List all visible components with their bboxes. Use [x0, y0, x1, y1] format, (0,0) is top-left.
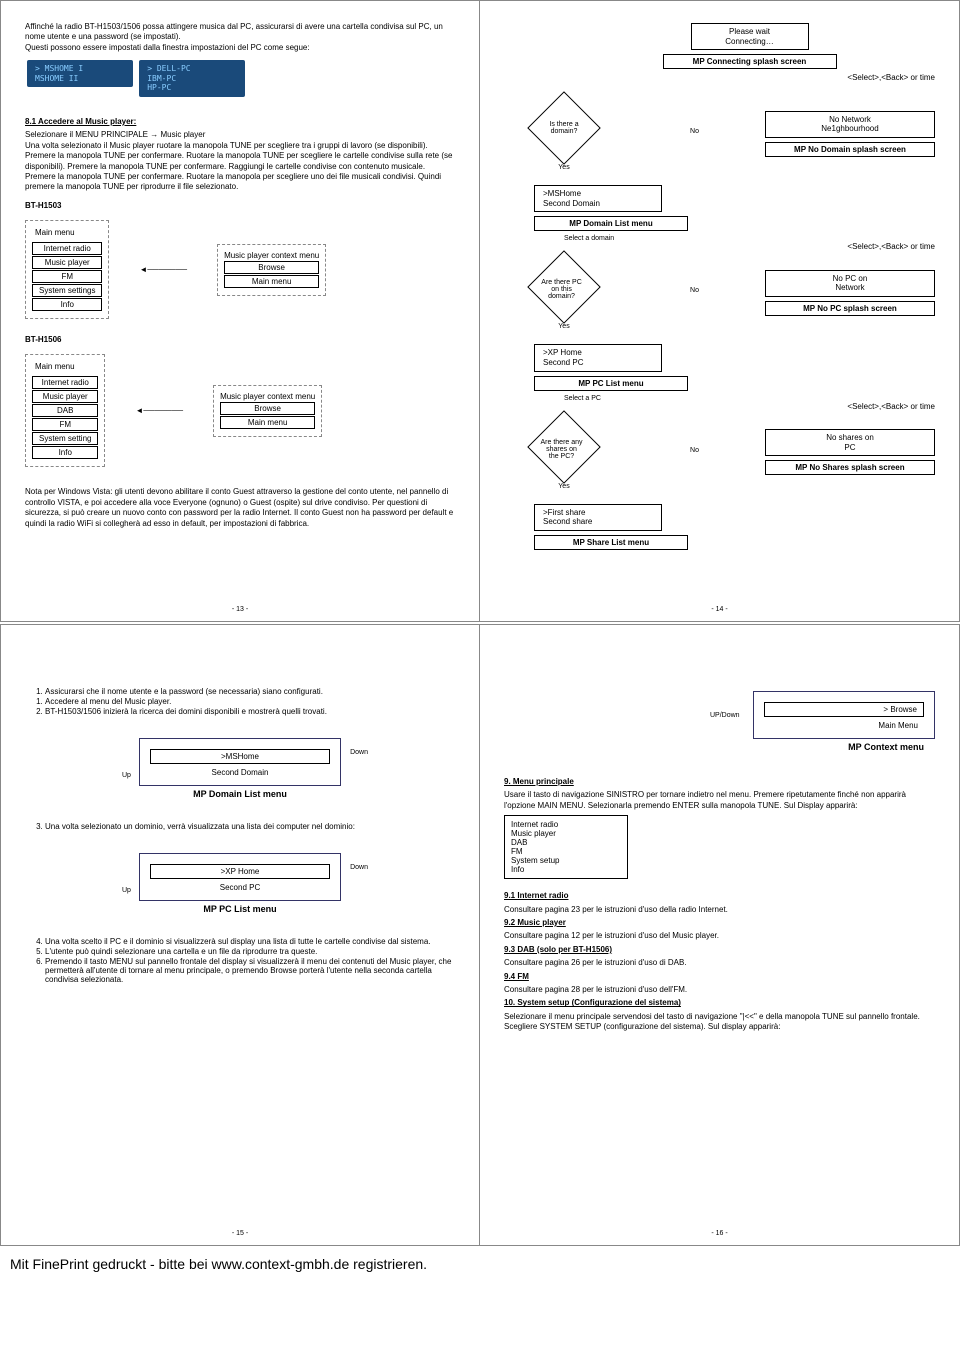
main-menu-box-1503: Main menu Internet radio Music player FM…: [25, 220, 109, 319]
context-menu-box-1: Music player context menu Browse Main me…: [217, 244, 326, 296]
flow-no-shares: No shares on PC: [765, 429, 935, 456]
label-select-pc: Select a PC: [564, 395, 935, 402]
step-list-top: Assicurarsi che il nome utente e la pass…: [25, 687, 455, 716]
body-9: Usare il tasto di navigazione SINISTRO p…: [504, 790, 935, 811]
page-number: - 13 -: [232, 606, 248, 613]
caption-no-domain: MP No Domain splash screen: [765, 142, 935, 157]
hint-select-back: <Select>,<Back> or time: [504, 242, 935, 251]
body-9-2: Consultare pagina 12 per le istruzioni d…: [504, 931, 935, 941]
lcd-screen-1: > MSHOME IMSHOME II: [27, 60, 133, 87]
heading-9: 9. Menu principale: [504, 777, 935, 787]
page-number: - 16 -: [711, 1230, 727, 1237]
page-14: Please wait Connecting… MP Connecting sp…: [480, 1, 959, 621]
main-menu-box-1506: Main menu Internet radio Music player DA…: [25, 354, 105, 467]
caption-pc-list: MP PC List menu: [534, 376, 688, 391]
page-16: UP/Down > Browse Main Menu MP Context me…: [480, 625, 959, 1245]
page-number: - 14 -: [711, 606, 727, 613]
body-9-4: Consultare pagina 28 per le istruzioni d…: [504, 985, 935, 995]
flow-pc-list: >XP Home Second PC: [534, 344, 662, 371]
body-8-1: Selezionare il MENU PRINCIPALE → Music p…: [25, 130, 455, 192]
flow-domain-list: >MSHome Second Domain: [534, 185, 662, 212]
display-main-menu: Internet radio Music player DAB FM Syste…: [504, 815, 628, 879]
heading-10: 10. System setup (Configurazione del sis…: [504, 998, 935, 1008]
heading-9-4: 9.4 FM: [504, 972, 935, 982]
body-9-3: Consultare pagina 26 per le istruzioni d…: [504, 958, 935, 968]
context-menu-box: UP/Down > Browse Main Menu MP Context me…: [753, 691, 935, 739]
pc-list-box: Up Down >XP Home Second PC MP PC List me…: [139, 853, 341, 901]
heading-9-2: 9.2 Music player: [504, 918, 935, 928]
decision-domain: Is there a domain?: [527, 91, 601, 165]
body-9-1: Consultare pagina 23 per le istruzioni d…: [504, 905, 935, 915]
caption-no-pc: MP No PC splash screen: [765, 301, 935, 316]
heading-8-1: 8.1 Accedere al Music player:: [25, 117, 455, 127]
heading-9-1: 9.1 Internet radio: [504, 891, 935, 901]
vista-note: Nota per Windows Vista: gli utenti devon…: [25, 487, 455, 529]
hint-select-back: <Select>,<Back> or time: [504, 73, 935, 82]
intro-text: Affinché la radio BT-H1503/1506 possa at…: [25, 22, 455, 53]
page-number: - 15 -: [232, 1230, 248, 1237]
arrow-icon: ◄───────: [135, 406, 183, 415]
label-bt-h1503: BT-H1503: [25, 201, 455, 211]
context-menu-box-2: Music player context menu Browse Main me…: [213, 385, 322, 437]
flow-no-network: No Network Ne1ghbourhood: [765, 111, 935, 138]
lcd-screen-2: > DELL-PCIBM-PCHP-PC: [139, 60, 245, 97]
page-15: Assicurarsi che il nome utente e la pass…: [1, 625, 480, 1245]
domain-list-box: Up Down >MSHome Second Domain MP Domain …: [139, 738, 341, 786]
step-list-bottom: Una volta scelto il PC e il dominio si v…: [25, 937, 455, 984]
step-list-mid: Una volta selezionato un dominio, verrà …: [25, 822, 455, 831]
caption-connecting: MP Connecting splash screen: [663, 54, 837, 69]
decision-pc: Are there PC on this domain?: [527, 251, 601, 325]
flow-please-wait: Please wait Connecting…: [691, 23, 809, 50]
decision-shares: Are there any shares on the PC?: [527, 410, 601, 484]
page-13: Affinché la radio BT-H1503/1506 possa at…: [1, 1, 480, 621]
hint-select-back: <Select>,<Back> or time: [504, 402, 935, 411]
label-select-domain: Select a domain: [564, 235, 935, 242]
caption-no-shares: MP No Shares splash screen: [765, 460, 935, 475]
label-bt-h1506: BT-H1506: [25, 335, 455, 345]
heading-9-3: 9.3 DAB (solo per BT-H1506): [504, 945, 935, 955]
caption-domain-list: MP Domain List menu: [534, 216, 688, 231]
caption-share-list: MP Share List menu: [534, 535, 688, 550]
body-10: Selezionare il menu principale servendos…: [504, 1012, 935, 1033]
arrow-icon: ◄───────: [139, 265, 187, 274]
flow-share-list: >First share Second share: [534, 504, 662, 531]
flow-no-pc: No PC on Network: [765, 270, 935, 297]
label-no: No: [690, 128, 699, 135]
fineprint-footer: Mit FinePrint gedruckt - bitte bei www.c…: [0, 1248, 960, 1280]
